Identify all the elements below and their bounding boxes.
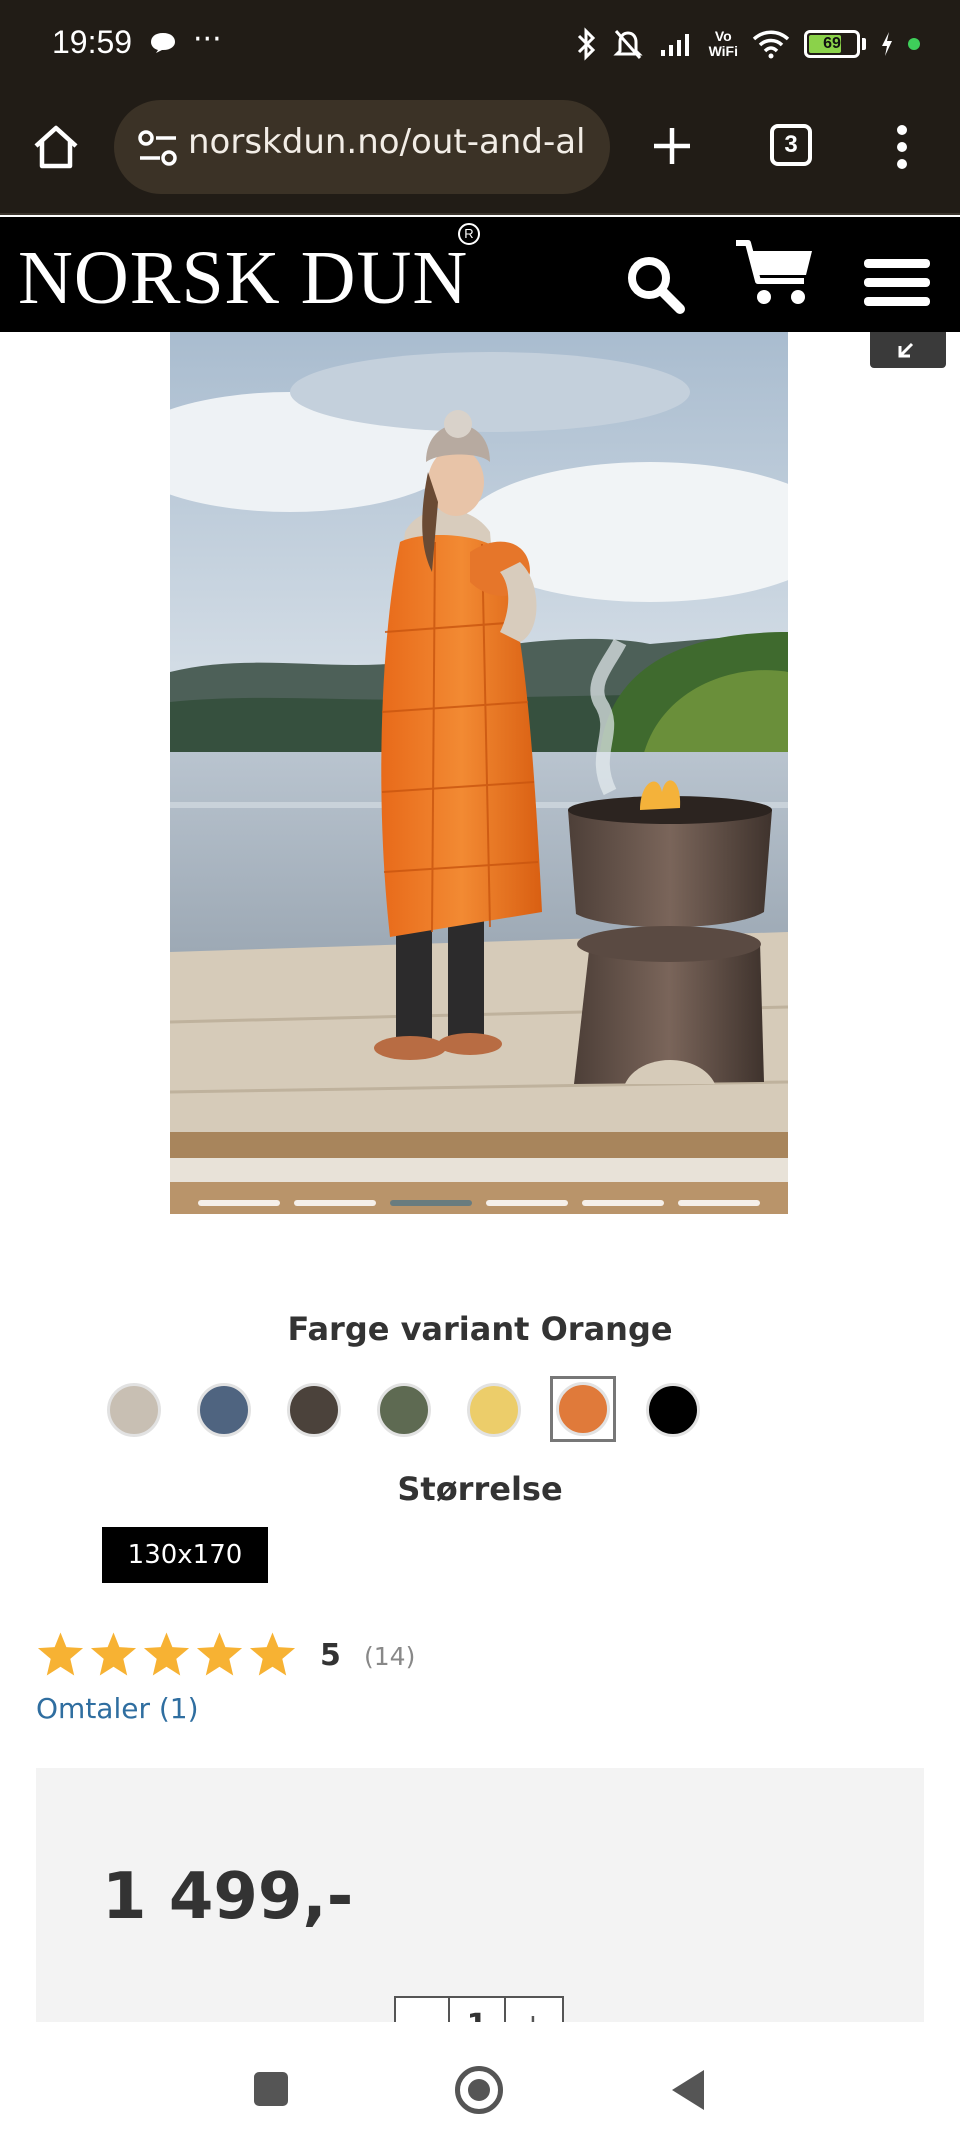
bluetooth-icon [577, 27, 595, 61]
chat-bubble-icon [151, 33, 175, 53]
size-option-button[interactable]: 130x170 [102, 1527, 268, 1583]
gallery-dot[interactable] [294, 1200, 376, 1206]
swatch-blue[interactable] [196, 1382, 251, 1437]
swatch-color-yellow [466, 1382, 521, 1437]
vowifi-bottom: WiFi [708, 43, 738, 59]
url-text[interactable]: norskdun.no/out-and-al [188, 122, 586, 162]
gallery-dot-active[interactable] [390, 1200, 472, 1206]
tab-switcher-button[interactable]: 3 [770, 124, 812, 166]
collapse-gallery-button[interactable] [870, 332, 946, 368]
home-nav-icon[interactable] [455, 2066, 503, 2114]
reviews-link[interactable]: Omtaler (1) [36, 1692, 199, 1725]
menu-icon[interactable] [864, 257, 930, 309]
charging-icon [882, 32, 892, 56]
rating-stars [36, 1630, 297, 1678]
star-icon [249, 1632, 296, 1676]
gallery-dot[interactable] [198, 1200, 280, 1206]
swatch-color-beige [106, 1382, 161, 1437]
status-time: 19:59 [52, 24, 133, 60]
back-icon[interactable] [672, 2070, 704, 2110]
star-icon [196, 1632, 243, 1676]
rating-count: (14) [364, 1642, 416, 1671]
home-nav-dot [468, 2079, 490, 2101]
battery-icon: 69 [804, 30, 860, 58]
swatch-beige[interactable] [106, 1382, 161, 1437]
status-bar: 19:59 ··· Vo WiFi 69 [0, 0, 960, 88]
battery-cap [862, 38, 866, 50]
swatch-color-orange [556, 1382, 610, 1436]
vowifi-indicator: Vo WiFi [709, 29, 738, 59]
wifi-icon [752, 30, 790, 59]
address-bar[interactable]: norskdun.no/out-and-al [114, 100, 610, 194]
search-icon[interactable] [624, 253, 686, 315]
silent-bell-icon [612, 30, 643, 59]
battery-level: 69 [823, 35, 841, 52]
site-header: NORSK DUN R [0, 217, 960, 332]
swatch-dark-brown[interactable] [286, 1382, 341, 1437]
variant-value: Orange [540, 1310, 673, 1348]
site-logo[interactable]: NORSK DUN [18, 235, 468, 322]
product-photo [170, 332, 788, 1214]
product-image[interactable] [170, 332, 788, 1214]
gallery-pagination [198, 1200, 760, 1206]
browser-menu-icon[interactable] [896, 124, 908, 170]
size-heading: Størrelse [397, 1470, 563, 1508]
swatch-green[interactable] [376, 1382, 431, 1437]
system-navigation-bar [0, 2022, 960, 2134]
variant-label: Farge variant [287, 1310, 530, 1348]
swatch-color-black [645, 1382, 700, 1437]
star-icon [90, 1632, 137, 1676]
registered-mark: R [458, 223, 480, 245]
swatch-color-blue [196, 1382, 251, 1437]
collapse-icon [898, 342, 914, 358]
rating-value: 5 [320, 1638, 341, 1673]
swatch-black[interactable] [645, 1382, 700, 1437]
cart-icon[interactable] [734, 237, 816, 309]
color-variant-heading: Farge variant Orange [0, 1310, 960, 1348]
swatch-color-dark-brown [286, 1382, 341, 1437]
gallery-dot[interactable] [486, 1200, 568, 1206]
signal-icon [660, 34, 689, 56]
swatch-orange-selected[interactable] [550, 1376, 616, 1442]
vowifi-top: Vo [714, 28, 732, 44]
privacy-dot [908, 38, 920, 50]
price-box: 1 499,- - 1 + [36, 1768, 924, 2058]
gallery-dot[interactable] [582, 1200, 664, 1206]
home-icon[interactable] [30, 122, 82, 174]
color-swatches [106, 1376, 700, 1442]
new-tab-icon[interactable] [648, 122, 696, 170]
gallery-dot[interactable] [678, 1200, 760, 1206]
star-icon [143, 1632, 190, 1676]
star-icon [37, 1632, 84, 1676]
recents-icon[interactable] [254, 2072, 288, 2106]
swatch-yellow[interactable] [466, 1382, 521, 1437]
product-price: 1 499,- [102, 1860, 354, 1934]
browser-toolbar: norskdun.no/out-and-al 3 [0, 88, 960, 215]
site-settings-icon[interactable] [138, 130, 178, 166]
status-more-icon: ··· [193, 22, 222, 57]
swatch-color-green [376, 1382, 431, 1437]
status-icons: Vo WiFi 69 [575, 22, 920, 66]
